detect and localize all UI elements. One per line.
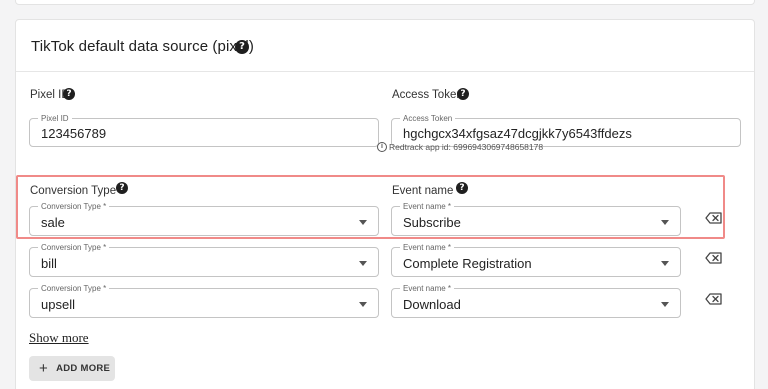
event-name-legend: Event name * xyxy=(400,242,455,253)
caret-down-icon xyxy=(359,261,367,266)
caret-down-icon xyxy=(359,302,367,307)
access-token-legend: Access Token xyxy=(400,113,456,124)
event-name-select[interactable]: Event name * Complete Registration xyxy=(391,242,681,277)
add-more-label: ADD MORE xyxy=(56,363,111,374)
access-token-label: Access Token xyxy=(392,89,463,101)
conversion-type-select[interactable]: Conversion Type * bill xyxy=(29,242,379,277)
backspace-icon[interactable] xyxy=(705,252,722,264)
pixel-id-legend: Pixel ID xyxy=(38,113,72,124)
conversion-type-select[interactable]: Conversion Type * upsell xyxy=(29,283,379,318)
caret-down-icon xyxy=(661,302,669,307)
pixel-id-value: 123456789 xyxy=(41,126,107,141)
access-token-value: hgchgcx34xfgsaz47dcgjkk7y6543ffdezs xyxy=(403,126,632,141)
conversion-type-value: bill xyxy=(41,256,57,271)
event-name-legend: Event name * xyxy=(400,283,455,294)
card-header: TikTok default data source (pixel) ? xyxy=(16,20,754,72)
backspace-icon[interactable] xyxy=(705,293,722,305)
card-title: TikTok default data source (pixel) xyxy=(31,38,254,55)
conversion-type-legend: Conversion Type * xyxy=(38,283,110,294)
redtrack-info: i Redtrack app id: 6996943069748658178 xyxy=(377,142,543,152)
caret-down-icon xyxy=(661,261,669,266)
conversion-type-value: upsell xyxy=(41,297,75,312)
question-circle-icon[interactable]: ? xyxy=(63,88,75,100)
question-circle-icon[interactable]: ? xyxy=(235,40,249,54)
plus-icon: + xyxy=(39,359,49,377)
event-name-select[interactable]: Event name * Download xyxy=(391,283,681,318)
show-more-link[interactable]: Show more xyxy=(29,330,89,346)
conversion-type-legend: Conversion Type * xyxy=(38,242,110,253)
highlight-box xyxy=(16,175,725,239)
event-name-value: Complete Registration xyxy=(403,256,532,271)
add-more-button[interactable]: + ADD MORE xyxy=(29,356,115,381)
question-circle-icon[interactable]: ? xyxy=(457,88,469,100)
redtrack-app-id: Redtrack app id: 6996943069748658178 xyxy=(389,142,544,152)
event-name-value: Download xyxy=(403,297,461,312)
previous-card xyxy=(15,0,755,5)
info-circle-icon: i xyxy=(377,142,387,152)
pixel-id-field[interactable]: Pixel ID 123456789 xyxy=(29,113,379,147)
